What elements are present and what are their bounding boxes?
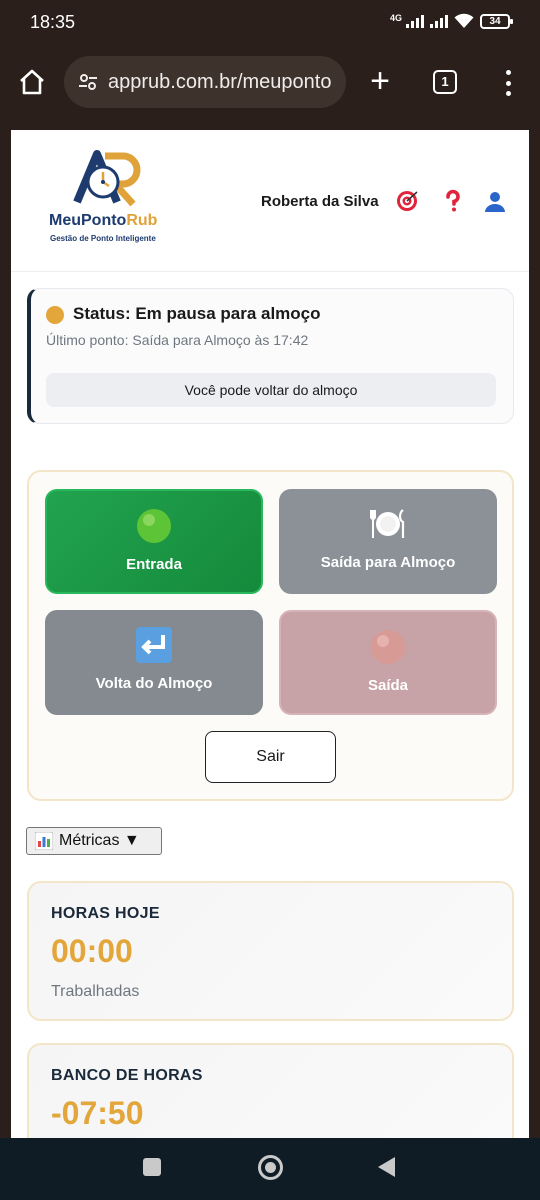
return-arrow-icon xyxy=(136,627,172,663)
metric-value: -07:50 xyxy=(51,1095,144,1131)
user-name: Roberta da Silva xyxy=(261,193,379,210)
status-time: 18:35 xyxy=(30,12,76,32)
entrada-button[interactable]: Entrada xyxy=(45,489,263,594)
browser-menu-icon[interactable] xyxy=(500,68,516,98)
red-circle-icon xyxy=(371,630,405,664)
metrics-toggle[interactable]: Métricas ▼ xyxy=(26,827,162,855)
system-icons: 4G 34 xyxy=(389,13,513,29)
network-type-label: 4G xyxy=(389,13,402,23)
status-card: Status: Em pausa para almoço Último pont… xyxy=(27,288,514,424)
metric-subtext: Trabalhadas xyxy=(51,983,140,1000)
home-icon[interactable] xyxy=(18,68,46,96)
saida-label: Saída xyxy=(367,677,409,694)
volta-almoco-label: Volta do Almoço xyxy=(95,675,213,692)
help-icon[interactable] xyxy=(441,189,465,213)
metric-value: 00:00 xyxy=(51,933,133,969)
green-circle-icon xyxy=(137,509,171,543)
logo-brand: MeuPontoRub xyxy=(49,212,157,230)
logo-mark-icon xyxy=(73,150,141,207)
nav-home-icon[interactable] xyxy=(258,1155,283,1180)
battery-icon: 34 xyxy=(480,13,513,29)
metric-card-horas-hoje: HORAS HOJE 00:00 Trabalhadas xyxy=(27,881,514,1021)
entrada-label: Entrada xyxy=(126,556,182,573)
brand-accent: Rub xyxy=(126,212,158,229)
android-status-bar: 18:35 4G 34 xyxy=(0,0,540,46)
browser-toolbar: apprub.com.br/meuponto + 1 xyxy=(0,46,540,120)
plate-cutlery-icon xyxy=(370,509,405,538)
sair-button[interactable]: Sair xyxy=(205,731,336,783)
saida-button[interactable]: Saída xyxy=(279,610,497,715)
back-icon[interactable] xyxy=(378,1157,395,1177)
target-icon[interactable] xyxy=(395,189,419,213)
metric-card-banco-horas: BANCO DE HORAS -07:50 xyxy=(27,1043,514,1138)
url-text: apprub.com.br/meuponto xyxy=(108,70,332,93)
status-indicator-icon xyxy=(46,306,64,324)
last-punch-text: Último ponto: Saída para Almoço às 17:42 xyxy=(46,332,309,348)
bar-chart-icon xyxy=(35,832,53,850)
signal-icon xyxy=(406,14,424,28)
page: MeuPontoRub Gestão de Ponto Inteligente … xyxy=(11,130,529,1138)
android-nav-bar xyxy=(0,1138,540,1200)
tab-switcher-button[interactable]: 1 xyxy=(433,70,457,94)
saida-almoco-button[interactable]: Saída para Almoço xyxy=(279,489,497,594)
user-icon[interactable] xyxy=(483,189,507,213)
site-settings-icon[interactable] xyxy=(78,72,98,92)
metrics-toggle-label: Métricas ▼ xyxy=(59,832,140,849)
volta-almoco-button[interactable]: Volta do Almoço xyxy=(45,610,263,715)
status-title: Status: Em pausa para almoço xyxy=(73,304,321,323)
new-tab-icon[interactable]: + xyxy=(366,64,394,100)
status-hint: Você pode voltar do almoço xyxy=(46,373,496,407)
metric-label: HORAS HOJE xyxy=(51,905,160,922)
signal-icon-2 xyxy=(430,14,448,28)
address-bar[interactable]: apprub.com.br/meuponto xyxy=(64,56,346,108)
saida-almoco-label: Saída para Almoço xyxy=(320,554,456,571)
metric-label: BANCO DE HORAS xyxy=(51,1067,203,1084)
logo-tagline: Gestão de Ponto Inteligente xyxy=(50,234,156,243)
punch-panel: Entrada Saída para Almoço Volta do Almoç… xyxy=(27,470,514,801)
wifi-icon xyxy=(454,13,474,28)
web-viewport: MeuPontoRub Gestão de Ponto Inteligente … xyxy=(0,120,540,1138)
recent-apps-icon[interactable] xyxy=(143,1158,161,1176)
brand-main: MeuPonto xyxy=(49,212,127,229)
app-header: MeuPontoRub Gestão de Ponto Inteligente … xyxy=(11,130,529,272)
logo[interactable]: MeuPontoRub Gestão de Ponto Inteligente xyxy=(47,146,177,246)
